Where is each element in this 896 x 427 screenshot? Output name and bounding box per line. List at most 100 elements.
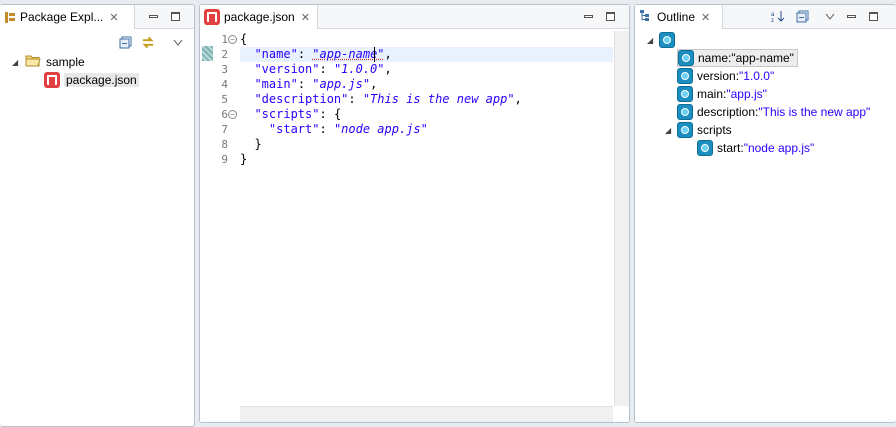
outline-item-main[interactable]: main : "app.js" <box>677 85 767 103</box>
outline-key: version <box>697 69 736 83</box>
fold-toggle-icon[interactable]: − <box>228 35 237 44</box>
code-line: } <box>240 152 613 167</box>
maximize-button[interactable] <box>866 9 880 23</box>
json-sep: : <box>297 47 313 61</box>
fold-toggle-icon[interactable]: − <box>228 110 237 119</box>
line-number: 3 <box>221 63 228 76</box>
minimize-button[interactable] <box>844 9 858 23</box>
package-explorer-tab-label: Package Expl... <box>20 10 104 24</box>
tab-package-json[interactable]: package.json ✕ <box>200 5 318 29</box>
tab-package-explorer[interactable]: Package Expl... ✕ <box>0 5 135 29</box>
minimize-button[interactable] <box>146 9 160 23</box>
outline-item-name[interactable]: name : "app-name" <box>677 49 798 67</box>
outline-tabbar: Outline ✕ az <box>635 5 896 29</box>
close-icon[interactable]: ✕ <box>701 11 710 24</box>
json-key: "main" <box>254 77 298 91</box>
outline-key: main <box>697 87 724 101</box>
code-text: } <box>240 137 262 151</box>
outline-key: description <box>697 105 756 119</box>
outline-value: "node app.js" <box>743 141 815 155</box>
expanded-twisty-icon[interactable]: ◢ <box>647 36 657 45</box>
property-node-icon <box>678 50 694 66</box>
tree-item-project[interactable]: ◢ sample <box>12 53 85 71</box>
horizontal-scrollbar[interactable] <box>240 406 613 422</box>
code-line: "start": "node app.js" <box>240 122 613 137</box>
line-number: 8 <box>221 138 228 151</box>
svg-text:z: z <box>771 18 774 23</box>
line-number: 6 <box>221 108 228 121</box>
line-number: 2 <box>221 48 228 61</box>
minimize-button[interactable] <box>581 9 595 23</box>
code-line: "scripts": { <box>240 107 613 122</box>
maximize-button[interactable] <box>603 9 617 23</box>
view-menu-icon[interactable] <box>823 9 837 23</box>
outline-tab-label: Outline <box>657 10 696 24</box>
json-key: "description" <box>254 92 349 106</box>
outline-item-description[interactable]: description : "This is the new app" <box>677 103 870 121</box>
json-key: "scripts" <box>254 107 320 121</box>
editor-tabbar: package.json ✕ <box>200 5 629 29</box>
json-value: "app.js" <box>312 77 371 91</box>
collapse-all-icon[interactable] <box>118 35 132 49</box>
json-value: "This is the new app" <box>362 92 515 106</box>
code-area[interactable]: { "name": "app-name", "version": "1.0.0"… <box>240 31 613 406</box>
link-with-editor-icon[interactable] <box>141 35 155 49</box>
project-folder-icon <box>25 54 41 70</box>
outline-value: "1.0.0" <box>739 69 775 83</box>
package-explorer-panel: Package Expl... ✕ ◢ sample package.json <box>0 4 195 427</box>
outline-panel: Outline ✕ az ◢ name : "app-name" version… <box>634 4 896 423</box>
outline-root[interactable]: ◢ <box>647 31 675 49</box>
outline-key: name <box>698 51 729 65</box>
json-punct: , <box>384 47 392 61</box>
code-text: } <box>240 152 248 166</box>
property-node-icon <box>677 104 693 120</box>
tab-outline[interactable]: Outline ✕ <box>635 5 723 29</box>
vertical-scrollbar[interactable] <box>614 31 629 406</box>
maximize-button[interactable] <box>168 9 182 23</box>
code-line: "version": "1.0.0", <box>240 62 613 77</box>
code-text: { <box>240 32 248 46</box>
json-value: "node app.js" <box>333 122 428 136</box>
close-icon[interactable]: ✕ <box>301 11 310 24</box>
outline-item-scripts[interactable]: ◢ scripts <box>665 121 732 139</box>
line-number-gutter: 1 2 3 4 5 6 7 8 9 − − <box>200 31 240 422</box>
json-value: "1.0.0" <box>333 62 385 76</box>
object-node-icon <box>677 122 693 138</box>
code-line: "description": "This is the new app", <box>240 92 613 107</box>
property-node-icon <box>677 86 693 102</box>
json-punct: { <box>333 107 342 121</box>
view-menu-icon[interactable] <box>171 35 185 49</box>
json-file-icon <box>204 9 220 25</box>
code-line-current: "name": "app-name", <box>240 47 613 62</box>
code-line: "main": "app.js", <box>240 77 613 92</box>
text-cursor <box>374 47 375 62</box>
expanded-twisty-icon[interactable]: ◢ <box>665 126 675 135</box>
outline-value: "app-name" <box>731 51 794 65</box>
outline-item-start[interactable]: start : "node app.js" <box>697 139 814 157</box>
sort-icon[interactable]: az <box>771 9 785 23</box>
project-label: sample <box>46 55 85 69</box>
line-number: 7 <box>221 123 228 136</box>
code-line: } <box>240 137 613 152</box>
close-icon[interactable]: ✕ <box>109 11 118 24</box>
outline-value: "This is the new app" <box>758 105 871 119</box>
json-sep: : <box>348 92 363 106</box>
outline-key: start <box>717 141 741 155</box>
editor-panel: package.json ✕ 1 2 3 4 5 6 7 8 9 − − { "… <box>199 4 630 423</box>
json-sep: : <box>297 77 313 91</box>
property-node-icon <box>677 68 693 84</box>
line-number: 9 <box>221 153 228 166</box>
line-number: 4 <box>221 78 228 91</box>
collapse-all-icon[interactable] <box>795 9 809 23</box>
json-punct: , <box>514 92 522 106</box>
outline-icon <box>639 9 653 25</box>
expanded-twisty-icon[interactable]: ◢ <box>12 58 22 67</box>
outline-item-version[interactable]: version : "1.0.0" <box>677 67 774 85</box>
outline-value: "app.js" <box>726 87 767 101</box>
package-explorer-tabbar: Package Expl... ✕ <box>0 5 194 29</box>
tree-item-file[interactable]: package.json <box>44 71 139 89</box>
json-sep: : <box>319 107 334 121</box>
code-line: { <box>240 32 613 47</box>
json-punct: , <box>384 62 392 76</box>
json-key: "start" <box>268 122 320 136</box>
